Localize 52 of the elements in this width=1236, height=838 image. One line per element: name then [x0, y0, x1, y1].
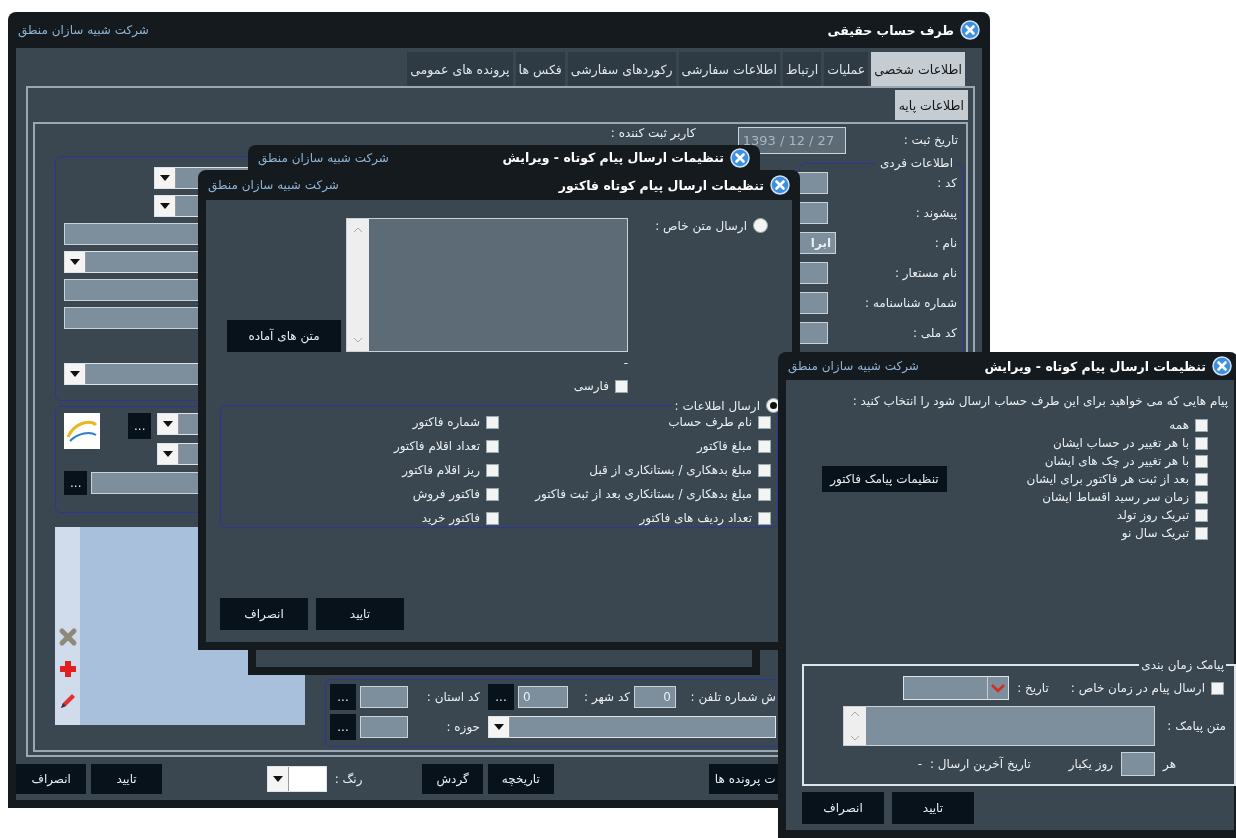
group-label: پیامک زمان بندی	[1140, 658, 1225, 672]
field-label: حوزه :	[445, 720, 480, 734]
company-name: شرکت شبیه سازان منطق	[18, 23, 149, 37]
checkbox-label: فارسی	[573, 379, 609, 393]
field-label: نام :	[934, 236, 957, 250]
checkbox-label: همه	[1169, 418, 1189, 432]
field-label: کد استان :	[425, 690, 480, 704]
checkbox-label: ارسال پیام در زمان خاص :	[1070, 681, 1205, 695]
checkbox-label: مبلغ بدهکاری / بستانکاری از قبل	[589, 463, 752, 477]
field-label: کد شهر :	[583, 690, 630, 704]
checkbox-label: مبلغ بدهکاری / بستانکاری بعد از ثبت فاکتور	[535, 487, 752, 501]
field-label: رنگ :	[334, 771, 363, 786]
group-label: اطلاعات فردی	[878, 156, 954, 170]
checkbox-label: زمان سر رسید اقساط ایشان	[1042, 490, 1189, 504]
field-label: روز یکبار	[1068, 757, 1114, 771]
checkbox-label: با هر تغییر در چک های ایشان	[1044, 454, 1189, 468]
checkbox-label: با هر تغییر در حساب ایشان	[1052, 436, 1189, 450]
window-title: تنظیمات ارسال پیام کوتاه - ویرایش	[984, 358, 1206, 374]
field-label: هر	[1163, 757, 1176, 771]
field-label: تاریخ :	[1017, 681, 1049, 695]
checkbox-label: تبریک سال نو	[1121, 526, 1189, 540]
checkbox-label: تعداد اقلام فاکتور	[393, 439, 480, 453]
field-label: نام مستعار :	[894, 266, 957, 280]
field-label: پیشوند :	[915, 206, 957, 220]
field-value: -	[917, 757, 922, 771]
prompt-text: پیام هایی که می خواهید برای این طرف حساب ارسال شود را انتخاب کنید :	[851, 394, 1228, 408]
checkbox-label: تعداد ردیف های فاکتور	[639, 511, 752, 525]
checkbox-label: مبلغ فاکتور	[697, 439, 752, 453]
field-label: متن پیامک :	[1167, 719, 1226, 733]
field-label: تاریخ ثبت :	[903, 133, 958, 147]
checkbox-label: ریز اقلام فاکتور	[402, 463, 480, 477]
checkbox-label: فاکتور خرید	[421, 511, 480, 525]
checkbox-label: تبریک روز تولد	[1116, 508, 1189, 522]
field-label: تاریخ آخرین ارسال :	[930, 757, 1031, 771]
checkbox-label: فاکتور فروش	[412, 487, 480, 501]
checkbox-label: بعد از ثبت هر فاکتور برای ایشان	[1026, 472, 1189, 486]
radio-label: ارسال متن خاص :	[655, 218, 747, 233]
window-title: طرف حساب حقیقی	[827, 22, 954, 38]
company-name: شرکت شبیه سازان منطق	[258, 150, 389, 165]
checkbox-label: نام طرف حساب	[668, 415, 752, 429]
company-name: شرکت شبیه سازان منطق	[208, 178, 339, 192]
radio-label: ارسال اطلاعات :	[674, 398, 760, 413]
character-counter: -	[622, 356, 628, 370]
field-label: ش شماره تلفن :	[689, 690, 776, 704]
window-title: تنظیمات ارسال پیام کوتاه - ویرایش	[502, 150, 724, 165]
field-label: کد ملی :	[912, 326, 957, 340]
company-name: شرکت شبیه سازان منطق	[788, 359, 919, 373]
window-title: تنظیمات ارسال پیام کوتاه فاکتور	[558, 177, 764, 193]
field-label: کاربر ثبت کننده :	[610, 126, 696, 140]
field-label: شماره شناسنامه :	[865, 296, 957, 310]
checkbox-label: شماره فاکتور	[412, 415, 480, 429]
field-label: کد :	[937, 176, 957, 190]
